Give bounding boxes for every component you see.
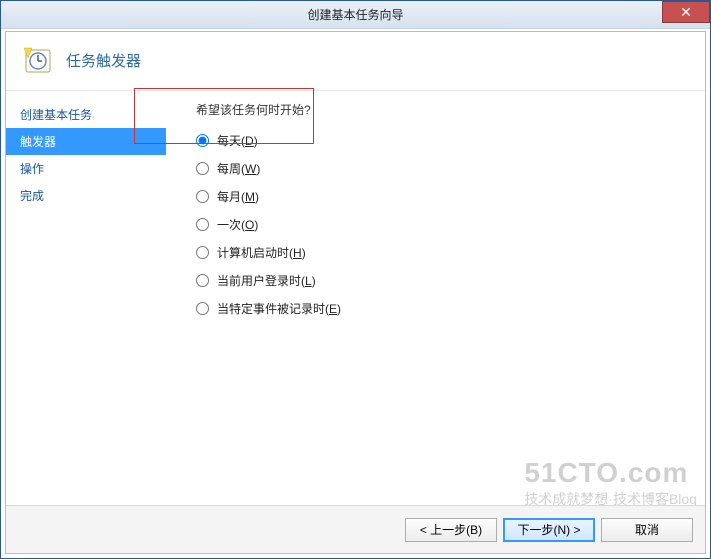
page-title: 任务触发器 [66, 50, 141, 71]
radio-daily[interactable] [196, 134, 209, 147]
option-startup[interactable]: 计算机启动时(H) [196, 244, 705, 261]
close-button[interactable]: ✕ [662, 1, 710, 23]
option-monthly[interactable]: 每月(M) [196, 188, 705, 205]
window-title: 创建基本任务向导 [1, 6, 710, 23]
option-logon[interactable]: 当前用户登录时(L) [196, 272, 705, 289]
body: 创建基本任务 触发器 操作 完成 希望该任务何时开始? 每天(D) 每周(W) [6, 91, 705, 502]
option-label: 每月(M) [217, 188, 259, 205]
next-button[interactable]: 下一步(N) > [503, 518, 595, 542]
option-label: 当特定事件被记录时(E) [217, 300, 341, 317]
sidebar-item-action[interactable]: 操作 [6, 155, 166, 182]
trigger-options: 每天(D) 每周(W) 每月(M) 一次(O) [196, 132, 705, 317]
radio-once[interactable] [196, 218, 209, 231]
scheduler-icon [22, 44, 54, 76]
main-panel: 希望该任务何时开始? 每天(D) 每周(W) 每月(M) [166, 91, 705, 502]
option-daily[interactable]: 每天(D) [196, 132, 705, 149]
radio-startup[interactable] [196, 246, 209, 259]
close-icon: ✕ [680, 4, 692, 21]
wizard-sidebar: 创建基本任务 触发器 操作 完成 [6, 91, 166, 502]
option-label: 计算机启动时(H) [217, 244, 306, 261]
trigger-prompt: 希望该任务何时开始? [196, 101, 705, 118]
dialog-window: 创建基本任务向导 ✕ 任务触发器 创建基本任务 触发器 操作 [0, 0, 711, 559]
title-bar: 创建基本任务向导 ✕ [1, 1, 710, 29]
sidebar-item-create-task[interactable]: 创建基本任务 [6, 101, 166, 128]
option-event[interactable]: 当特定事件被记录时(E) [196, 300, 705, 317]
option-weekly[interactable]: 每周(W) [196, 160, 705, 177]
footer-bar: < 上一步(B) 下一步(N) > 取消 [6, 505, 705, 553]
sidebar-item-finish[interactable]: 完成 [6, 182, 166, 209]
cancel-button[interactable]: 取消 [601, 518, 693, 542]
option-label: 一次(O) [217, 216, 258, 233]
option-label: 每天(D) [217, 132, 258, 149]
radio-weekly[interactable] [196, 162, 209, 175]
content-area: 任务触发器 创建基本任务 触发器 操作 完成 希望该任务何时开始? 每天(D) [5, 31, 706, 554]
radio-monthly[interactable] [196, 190, 209, 203]
option-once[interactable]: 一次(O) [196, 216, 705, 233]
back-button[interactable]: < 上一步(B) [405, 518, 497, 542]
option-label: 当前用户登录时(L) [217, 272, 316, 289]
radio-event[interactable] [196, 302, 209, 315]
header-row: 任务触发器 [6, 32, 705, 91]
sidebar-item-trigger[interactable]: 触发器 [6, 128, 166, 155]
option-label: 每周(W) [217, 160, 260, 177]
radio-logon[interactable] [196, 274, 209, 287]
